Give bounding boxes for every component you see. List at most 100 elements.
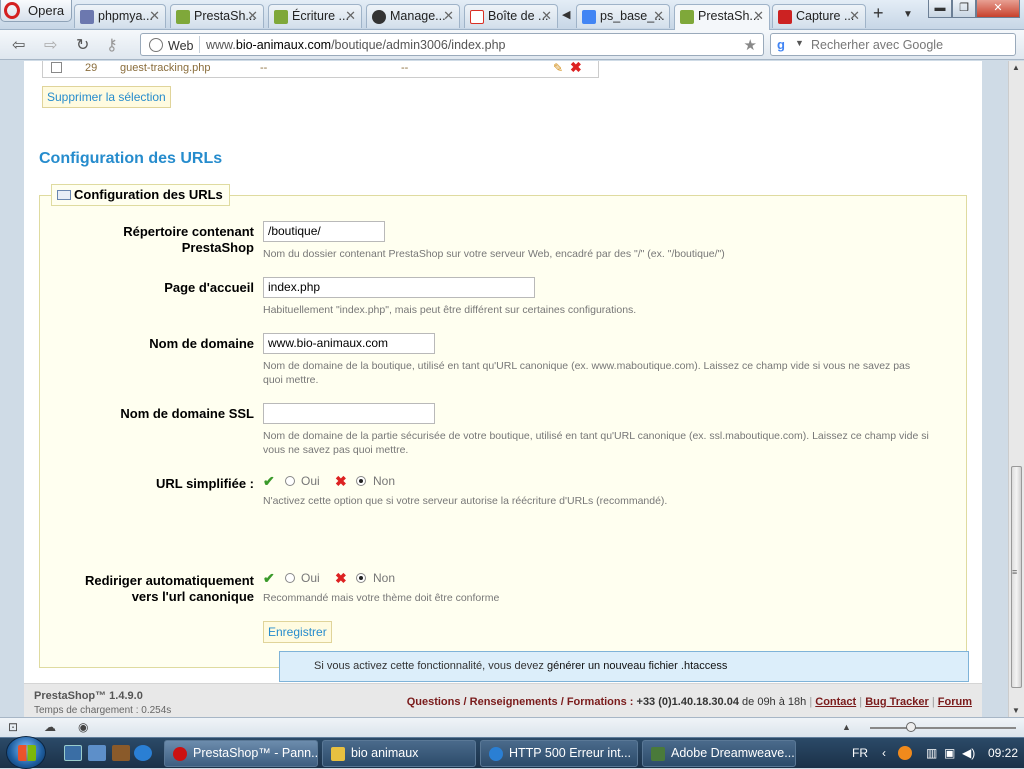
tab-prestashop-1[interactable]: PrestaSh... ✕ [170, 4, 264, 28]
tab-ps-base[interactable]: ps_base_... ✕ [576, 4, 670, 28]
tab-scroll-left-icon[interactable]: ◀ [562, 8, 570, 21]
scroll-up-icon[interactable]: ▲ [1012, 63, 1020, 72]
minimize-icon[interactable]: ▬ [928, 0, 952, 18]
close-tab-icon[interactable]: ✕ [443, 8, 454, 24]
search-engine-chevron-down-icon[interactable]: ▼ [795, 38, 804, 48]
canonical-redirect-yes-radio[interactable] [285, 573, 295, 583]
back-icon[interactable]: ⇦ [12, 35, 25, 55]
site-info-button[interactable]: Web [149, 38, 193, 53]
row-checkbox[interactable] [51, 62, 62, 73]
language-indicator[interactable]: FR [852, 746, 868, 760]
tray-app-icon[interactable] [898, 746, 912, 760]
close-tab-icon[interactable]: ✕ [753, 8, 764, 24]
turbo-cloud-icon[interactable]: ☁ [44, 720, 56, 734]
close-tab-icon[interactable]: ✕ [541, 8, 552, 24]
tab-gmail[interactable]: Boîte de ... ✕ [464, 4, 558, 28]
check-icon: ✔ [263, 570, 275, 586]
tab-menu-chevron-down-icon[interactable]: ▼ [903, 9, 913, 20]
cross-icon: ✖ [335, 570, 347, 586]
fieldset-legend: Configuration des URLs [51, 184, 230, 206]
url-prefix: www. [206, 38, 236, 52]
forum-link[interactable]: Forum [938, 696, 972, 708]
search-field[interactable]: g ▼ Recherher avec Google [770, 33, 1016, 56]
taskbar-label: bio animaux [351, 746, 419, 760]
htaccess-info-box: Si vous activez cette fonctionnalité, vo… [279, 651, 969, 682]
version-text: PrestaShop™ 1.4.9.0 [34, 690, 143, 702]
phone-number: +33 (0)1.40.18.30.04 [636, 696, 739, 708]
ssl-domain-input[interactable] [263, 403, 435, 424]
app-quicklaunch-icon[interactable] [112, 745, 130, 761]
maximize-icon[interactable]: ❐ [952, 0, 976, 18]
tray-expand-chevron-icon[interactable]: ‹ [882, 746, 886, 760]
address-toolbar: ⇦ ⇨ ↻ ⚷ Web www.bio-animaux.com/boutique… [0, 30, 1024, 60]
new-tab-icon[interactable]: + [873, 3, 884, 24]
clock[interactable]: 09:22 [988, 746, 1018, 760]
forward-icon[interactable]: ⇨ [44, 35, 57, 55]
speed-dial-icon[interactable]: ◉ [78, 720, 88, 734]
hint-line: quoi mettre. [263, 374, 319, 386]
radio-yes-label: Oui [301, 571, 320, 585]
close-tab-icon[interactable]: ✕ [653, 8, 664, 24]
canonical-redirect-no-radio[interactable] [356, 573, 366, 583]
taskbar-label: Adobe Dreamweave... [671, 746, 795, 760]
close-tab-icon[interactable]: ✕ [149, 8, 160, 24]
panel-toggle-icon[interactable]: ⊡ [8, 720, 18, 734]
tray-monitor-icon[interactable]: ▣ [944, 746, 955, 760]
row-col4: -- [401, 62, 409, 74]
explorer-icon[interactable] [88, 745, 106, 761]
taskbar-item-dreamweaver[interactable]: Adobe Dreamweave... [642, 740, 796, 767]
zoom-slider-knob[interactable] [906, 722, 916, 732]
bookmark-star-icon[interactable]: ★ [744, 36, 757, 54]
page-scrollbar[interactable]: ▲ ≡ ▼ [1008, 61, 1024, 717]
tab-prestashop-active[interactable]: PrestaSh... ✕ [674, 4, 770, 30]
edit-pencil-icon[interactable]: ✎ [553, 61, 563, 75]
generate-htaccess-link[interactable]: générer un nouveau fichier .htaccess [547, 660, 727, 672]
home-page-input[interactable]: index.php [263, 277, 535, 298]
zoom-slider[interactable] [870, 722, 1016, 732]
tab-phpmyadmin[interactable]: phpmya... ✕ [74, 4, 166, 28]
tray-network-icon[interactable]: ▥ [926, 746, 937, 760]
tab-ecriture[interactable]: Écriture ... ✕ [268, 4, 362, 28]
search-placeholder: Recherher avec Google [811, 38, 944, 52]
delete-icon[interactable]: ✖ [570, 61, 582, 76]
internet-explorer-icon[interactable] [134, 745, 152, 761]
taskbar-item-http-500[interactable]: HTTP 500 Erreur int... [480, 740, 638, 767]
close-window-icon[interactable]: ✕ [976, 0, 1020, 18]
hint-line: Nom de domaine de la partie sécurisée de… [263, 430, 929, 442]
scrollbar-thumb[interactable] [1011, 466, 1022, 688]
taskbar-item-prestashop[interactable]: PrestaShop™ - Pann... [164, 740, 318, 767]
system-tray: FR ‹ ▥ ▣ ◀) 09:22 [848, 738, 1024, 769]
friendly-url-no-radio[interactable] [356, 476, 366, 486]
delete-selection-button[interactable]: Supprimer la sélection [42, 86, 171, 108]
url-path: /boutique/admin3006/index.php [331, 38, 506, 52]
show-desktop-icon[interactable] [64, 745, 82, 761]
tab-capture[interactable]: Capture ... ✕ [772, 4, 866, 28]
save-button[interactable]: Enregistrer [263, 621, 332, 643]
tray-volume-icon[interactable]: ◀) [962, 746, 975, 760]
phpmyadmin-icon [80, 10, 94, 24]
radio-no-label: Non [373, 474, 396, 488]
browser-tab-bar: Opera phpmya... ✕ PrestaSh... ✕ Écriture… [0, 0, 1024, 30]
google-search-icon: g [777, 37, 785, 52]
bug-tracker-link[interactable]: Bug Tracker [865, 696, 929, 708]
domain-input[interactable]: www.bio-animaux.com [263, 333, 435, 354]
contact-link[interactable]: Contact [815, 696, 856, 708]
hint-line: vous ne savez pas quoi mettre. [263, 444, 409, 456]
close-tab-icon[interactable]: ✕ [345, 8, 356, 24]
reload-icon[interactable]: ↻ [76, 35, 89, 55]
table-row: 29 guest-tracking.php -- -- ✎ ✖ [42, 61, 599, 78]
address-field[interactable]: Web www.bio-animaux.com/boutique/admin30… [140, 33, 764, 56]
zoom-up-icon[interactable]: ▲ [842, 722, 851, 732]
opera-menu-button[interactable]: Opera [0, 0, 72, 22]
scroll-down-icon[interactable]: ▼ [1012, 706, 1020, 715]
close-tab-icon[interactable]: ✕ [247, 8, 258, 24]
key-icon[interactable]: ⚷ [106, 35, 118, 55]
shop-directory-input[interactable]: /boutique/ [263, 221, 385, 242]
close-tab-icon[interactable]: ✕ [849, 8, 860, 24]
taskbar-item-bio-animaux[interactable]: bio animaux [322, 740, 476, 767]
start-button[interactable] [6, 736, 46, 769]
check-icon: ✔ [263, 473, 275, 489]
opera-menu-label: Opera [28, 3, 65, 18]
tab-manage[interactable]: Manage... ✕ [366, 4, 460, 28]
friendly-url-yes-radio[interactable] [285, 476, 295, 486]
